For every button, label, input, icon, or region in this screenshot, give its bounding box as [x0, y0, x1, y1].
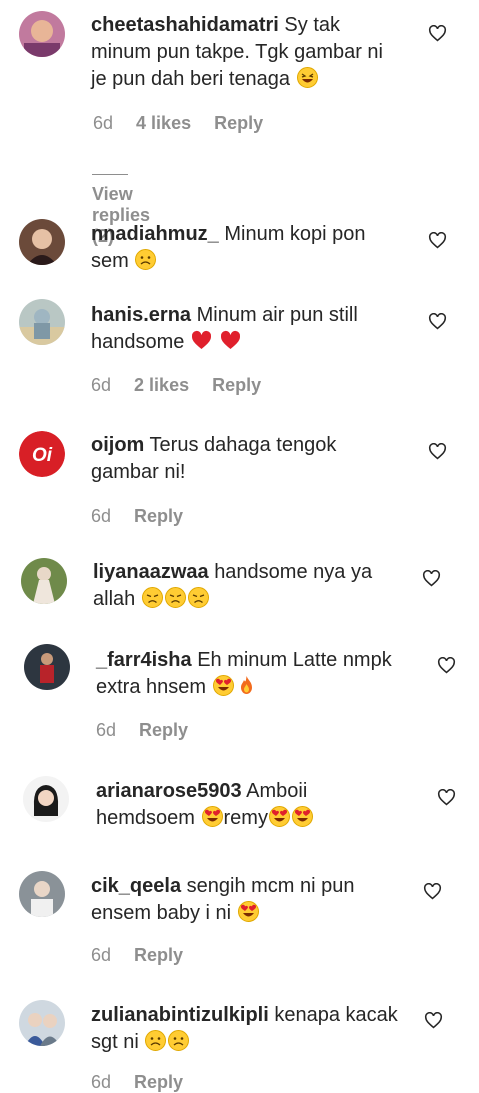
comment-text: _farr4isha Eh minum Latte nmpk extra hns…	[96, 649, 392, 698]
laughing-emoji-icon	[296, 67, 318, 88]
avatar[interactable]	[21, 558, 67, 604]
username[interactable]: arianarose5903	[96, 780, 242, 802]
sad-face-emoji-icon	[168, 1030, 190, 1051]
heart-outline-icon[interactable]	[428, 313, 447, 330]
avatar[interactable]	[23, 776, 69, 822]
avatar[interactable]	[19, 871, 65, 917]
comment-meta: 6d Reply	[91, 1072, 201, 1093]
username[interactable]: cik_qeela	[91, 875, 181, 897]
avatar[interactable]	[19, 11, 65, 57]
avatar[interactable]	[19, 1000, 65, 1046]
heart-outline-icon[interactable]	[428, 25, 447, 42]
comment-text: liyanaazwaa handsome nya ya allah	[93, 561, 373, 610]
username[interactable]: _farr4isha	[96, 649, 192, 671]
comment-meta: 6d 2 likes Reply	[91, 375, 279, 396]
reply-button[interactable]: Reply	[212, 375, 261, 395]
timestamp: 6d	[91, 375, 112, 395]
reply-button[interactable]: Reply	[134, 945, 183, 965]
avatar[interactable]: Oi	[19, 431, 65, 477]
heart-eyes-emoji-icon	[268, 806, 290, 827]
likes-count[interactable]: 2 likes	[134, 375, 189, 395]
heart-outline-icon[interactable]	[428, 232, 447, 249]
comment-text: zulianabintizulkipli kenapa kacak sgt ni	[91, 1004, 398, 1053]
heart-outline-icon[interactable]	[428, 443, 447, 460]
heart-outline-icon[interactable]	[437, 789, 456, 806]
disappointed-emoji-icon	[187, 587, 209, 608]
heart-outline-icon[interactable]	[423, 883, 442, 900]
comment-meta: 6d Reply	[96, 720, 206, 741]
timestamp: 6d	[96, 720, 117, 740]
reply-button[interactable]: Reply	[134, 1072, 183, 1092]
comment-text: hanis.erna Minum air pun still handsome	[91, 304, 358, 353]
disappointed-emoji-icon	[164, 587, 186, 608]
username[interactable]: cheetashahidamatri	[91, 14, 279, 36]
disappointed-emoji-icon	[141, 587, 163, 608]
heart-eyes-emoji-icon	[212, 675, 234, 696]
comment-meta: 6d 4 likes Reply	[93, 113, 281, 134]
red-heart-emoji-icon	[191, 330, 212, 351]
username[interactable]: nnadiahmuz_	[91, 223, 219, 245]
username[interactable]: liyanaazwaa	[93, 561, 209, 583]
heart-outline-icon[interactable]	[422, 570, 441, 587]
fire-emoji-icon	[236, 675, 257, 696]
avatar[interactable]	[19, 299, 65, 345]
comment-text: cik_qeela sengih mcm ni pun ensem baby i…	[91, 875, 355, 924]
heart-outline-icon[interactable]	[437, 657, 456, 674]
likes-count[interactable]: 4 likes	[136, 113, 191, 133]
username[interactable]: oijom	[91, 434, 144, 456]
reply-button[interactable]: Reply	[134, 506, 183, 526]
timestamp: 6d	[93, 113, 114, 133]
red-heart-emoji-icon	[220, 330, 241, 351]
comment-text: nnadiahmuz_ Minum kopi pon sem	[91, 223, 366, 272]
svg-text:Oi: Oi	[32, 445, 53, 466]
timestamp: 6d	[91, 1072, 112, 1092]
timestamp: 6d	[91, 945, 112, 965]
sad-face-emoji-icon	[135, 249, 157, 270]
heart-eyes-emoji-icon	[201, 806, 223, 827]
comment-text: cheetashahidamatri Sy tak minum pun takp…	[91, 14, 384, 90]
avatar[interactable]	[24, 644, 70, 690]
timestamp: 6d	[91, 506, 112, 526]
avatar[interactable]	[19, 219, 65, 265]
comment-meta: 6d Reply	[91, 506, 201, 527]
sad-face-emoji-icon	[145, 1030, 167, 1051]
comment-text: arianarose5903 Amboii hemdsoem remy	[96, 778, 426, 832]
username[interactable]: hanis.erna	[91, 304, 191, 326]
divider	[92, 173, 128, 175]
username[interactable]: zulianabintizulkipli	[91, 1004, 269, 1026]
reply-button[interactable]: Reply	[139, 720, 188, 740]
comment-text: oijom Terus dahaga tengok gambar ni!	[91, 434, 337, 483]
reply-button[interactable]: Reply	[214, 113, 263, 133]
heart-eyes-emoji-icon	[291, 806, 313, 827]
comment-meta: 6d Reply	[91, 945, 201, 966]
heart-outline-icon[interactable]	[424, 1012, 443, 1029]
heart-eyes-emoji-icon	[237, 901, 259, 922]
